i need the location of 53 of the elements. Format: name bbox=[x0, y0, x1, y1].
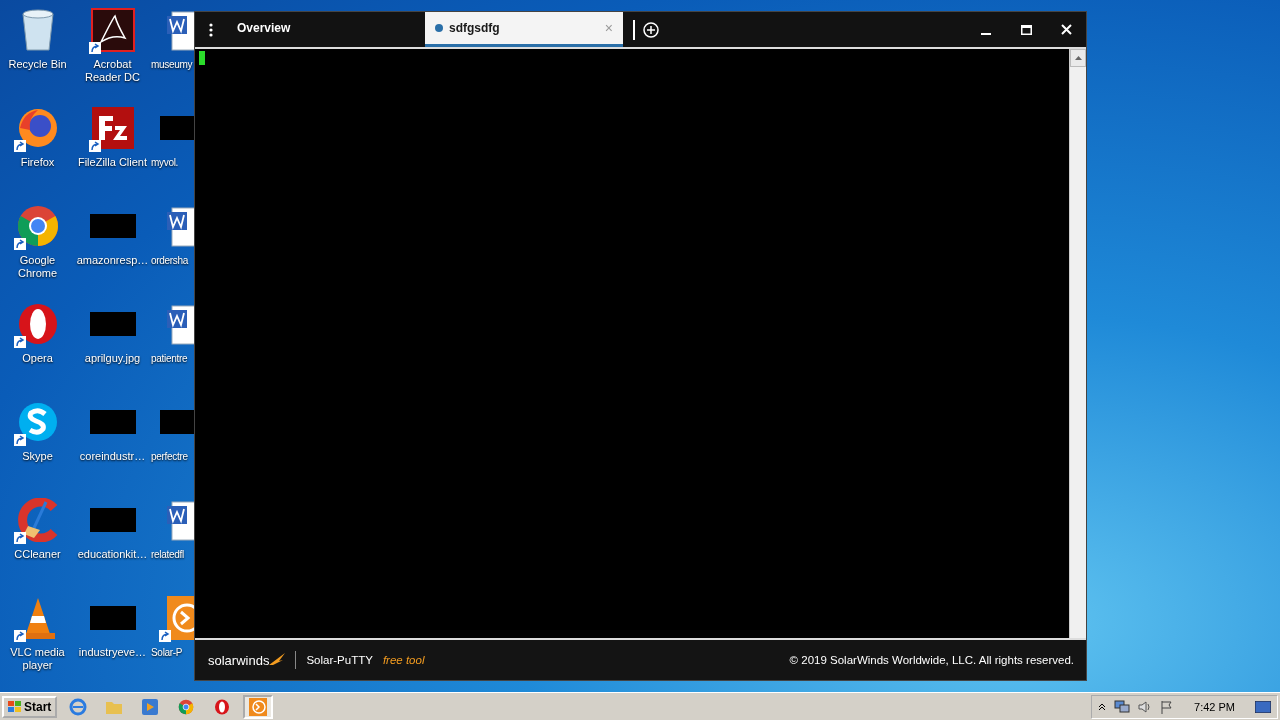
desktop-icon-label[interactable]: Acrobat Reader DC bbox=[76, 58, 149, 84]
copyright-text: © 2019 SolarWinds Worldwide, LLC. All rights reserved. bbox=[789, 654, 1074, 666]
image-thumbnail-icon bbox=[89, 410, 136, 434]
media-player-icon bbox=[142, 698, 159, 715]
product-tag: free tool bbox=[382, 654, 425, 666]
image-thumbnail-icon bbox=[89, 312, 136, 336]
desktop-icon-label[interactable]: aprilguy.jpg bbox=[84, 352, 141, 365]
windows-logo-icon bbox=[8, 700, 22, 713]
filezilla-icon bbox=[90, 106, 135, 150]
tab[interactable]: sdfgsdfg × bbox=[425, 12, 623, 47]
speaker-icon[interactable] bbox=[1138, 699, 1153, 714]
pdf-reader-icon bbox=[90, 8, 135, 52]
desktop-icon-label[interactable]: perfectre bbox=[151, 450, 188, 463]
start-button[interactable]: Start bbox=[2, 695, 58, 718]
image-thumbnail-icon bbox=[89, 606, 136, 630]
desktop-icon-label[interactable]: CCleaner bbox=[14, 548, 61, 561]
desktop-icon-label[interactable]: museumy bbox=[151, 58, 193, 71]
desktop-icon-label[interactable]: VLC media player bbox=[1, 646, 74, 672]
solar-putty-icon bbox=[249, 697, 268, 716]
desktop-icon-label[interactable]: industryeve… bbox=[78, 646, 147, 659]
brand-logo: solarwinds bbox=[208, 652, 286, 668]
cursor bbox=[199, 51, 205, 65]
taskbar-app-button[interactable] bbox=[243, 694, 274, 719]
desktop-icon-label[interactable]: Firefox bbox=[20, 156, 55, 169]
scroll-up-icon[interactable] bbox=[1074, 56, 1082, 60]
product-name: Solar-PuTTY bbox=[306, 654, 373, 666]
desktop-icon-label[interactable]: Recycle Bin bbox=[8, 58, 67, 71]
desktop-icon-label[interactable]: ordersha bbox=[151, 254, 189, 267]
chevron-up-icon[interactable] bbox=[1098, 702, 1107, 711]
image-thumbnail-icon bbox=[89, 508, 136, 532]
opera-icon bbox=[214, 698, 231, 715]
ccleaner-icon bbox=[15, 498, 60, 542]
desktop-icon-label[interactable]: relatedfl bbox=[151, 548, 184, 561]
status-dot-icon bbox=[435, 24, 443, 32]
chrome-icon bbox=[178, 698, 195, 715]
desktop-icon-label[interactable]: FileZilla Client bbox=[77, 156, 148, 169]
flag-icon[interactable] bbox=[1160, 699, 1175, 714]
desktop-icon-label[interactable]: educationkit… bbox=[77, 548, 148, 561]
desktop-icon-label[interactable]: amazonresp… bbox=[76, 254, 149, 267]
desktop-icon-label[interactable]: Solar-P bbox=[151, 646, 183, 659]
network-icon[interactable] bbox=[1114, 699, 1131, 714]
clock[interactable]: 7:42 PM bbox=[1194, 700, 1235, 713]
desktop-icon-label[interactable]: Opera bbox=[22, 352, 53, 365]
image-thumbnail-icon bbox=[89, 214, 136, 238]
show-desktop-icon[interactable] bbox=[1255, 700, 1271, 713]
desktop-icon-label[interactable]: patientre bbox=[151, 352, 188, 365]
scrollbar[interactable] bbox=[1069, 49, 1086, 638]
internet-explorer-icon bbox=[69, 697, 88, 716]
desktop-icon-label[interactable]: myvol. bbox=[151, 156, 179, 169]
desktop-icon-label[interactable]: coreindustr… bbox=[79, 450, 146, 463]
desktop-icon-label[interactable]: Google Chrome bbox=[1, 254, 74, 280]
desktop-icon-label[interactable]: Skype bbox=[22, 450, 53, 463]
chrome-icon bbox=[15, 204, 60, 248]
